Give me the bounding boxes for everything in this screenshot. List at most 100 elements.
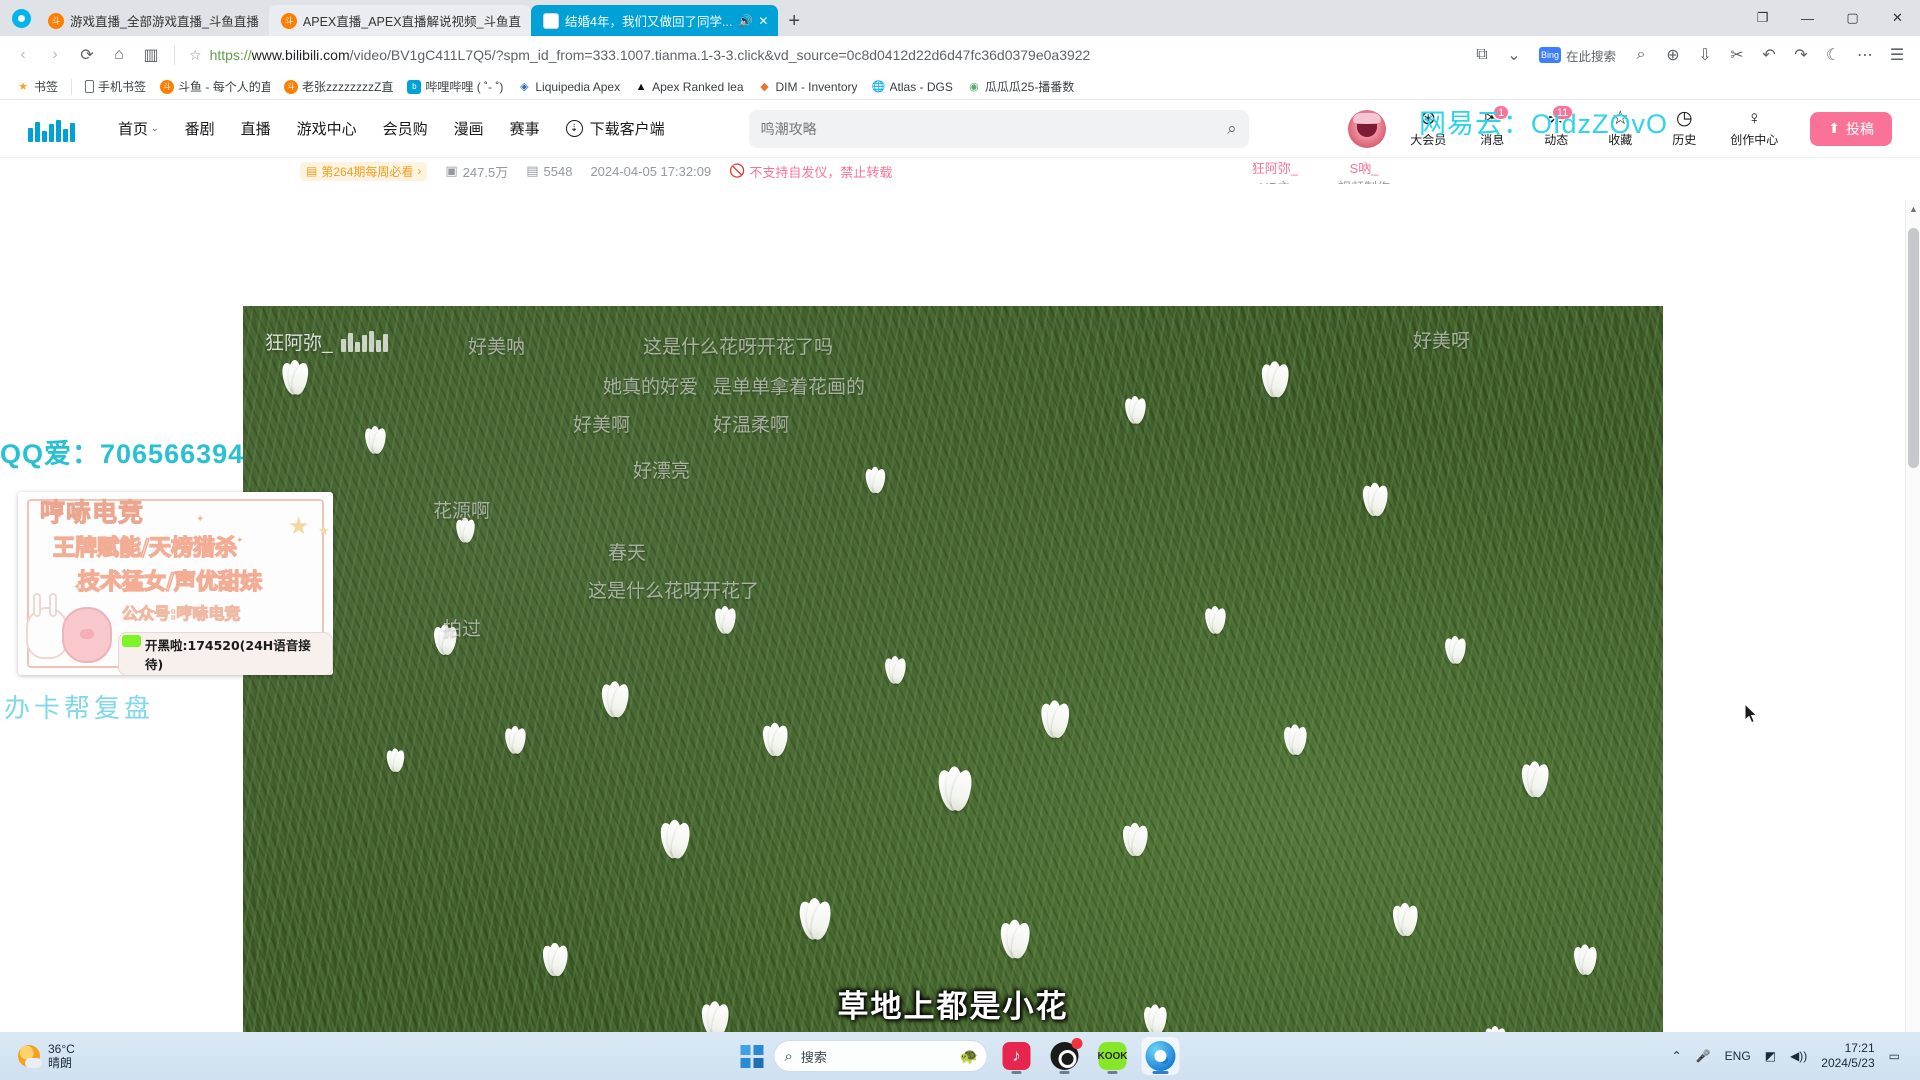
bookmark-star-icon[interactable]: ☆ [189,47,202,64]
taskbar-app-qq-browser[interactable] [1141,1037,1180,1075]
weekly-rank-tag[interactable]: ▤ 第264期每周必看 › [300,161,428,181]
bing-search-chip[interactable]: Bing 在此搜索 [1531,42,1624,68]
maximize-window-button[interactable]: ▢ [1830,1,1875,35]
nav-item-manga[interactable]: 漫画 [454,118,484,139]
minimize-window-button[interactable]: — [1785,1,1830,35]
screenshot-icon[interactable]: ✂ [1722,40,1752,70]
redo-icon[interactable]: ↷ [1786,40,1816,70]
nav-item-home[interactable]: 首页 ⌄ [118,118,159,139]
danmaku-count: ▤ 5548 [526,163,573,179]
header-icon-history[interactable]: ◷ 历史 [1662,109,1706,148]
bookmark-item-0[interactable]: ★ 书签 [10,76,64,97]
notification-center-icon[interactable]: ▭ [1889,1049,1900,1063]
download-client-icon: ⇣ [565,120,583,137]
browser-menu-icon[interactable]: ☰ [1882,40,1912,70]
back-icon[interactable]: ‹ [8,40,38,70]
bookmark-item-7[interactable]: ◆ DIM - Inventory [752,78,864,96]
navigation-toolbar: ‹ › ⟳ ⌂ ▥ ☆ https://www.bilibili.com/vid… [0,36,1920,74]
sparkle-icon: ✦ [196,514,205,525]
nav-item-game-center[interactable]: 游戏中心 [297,118,357,139]
avatar[interactable] [1348,109,1387,148]
forward-icon[interactable]: › [40,40,70,70]
danmaku-text: 她真的好爱 [603,377,699,398]
search-icon[interactable]: ⌕ [1227,119,1237,139]
nav-item-download-client[interactable]: ⇣ 下载客户端 [565,118,665,139]
page-scrollbar[interactable]: ▲ ▼ [1905,200,1920,1032]
bookmark-item-6[interactable]: ▲ Apex Ranked lea [628,78,749,96]
scroll-up-arrow-icon[interactable]: ▲ [1909,204,1918,214]
netease-overlay-text: 网易云：OIdzZOvO [1418,109,1668,139]
tab-2[interactable]: 结婚4年，我们又做回了同学... 🔊 ✕ [531,5,779,36]
home-icon[interactable]: ⌂ [104,40,134,70]
scrollbar-thumb[interactable] [1908,228,1919,468]
download-icon[interactable]: ⇩ [1690,40,1720,70]
restore-window-button[interactable]: ❐ [1740,1,1785,35]
ad-line-4: 开黑啦:174520(24H语音接待) [118,632,333,675]
uploader-name: 狂阿弥_ [1251,161,1298,176]
nav-item-member-shop[interactable]: 会员购 [383,118,428,139]
tab-audio-icon[interactable]: 🔊 [738,14,753,28]
more-options-icon[interactable]: ⋯ [1850,40,1880,70]
bookmarks-bar: ★ 书签 手机书签 斗 斗鱼 - 每个人的直 斗 老张zzzzzzzzZ直 b … [0,74,1920,100]
weather-widget[interactable]: 36°C 晴朗 [10,1042,75,1070]
bookmark-item-4[interactable]: b 哔哩哔哩 ( ˚- ˚) [401,76,509,97]
tab-1[interactable]: 斗 APEX直播_APEX直播解说视频_斗鱼直 [268,5,532,36]
address-bar[interactable]: ☆ https://www.bilibili.com/video/BV1gC41… [183,41,1465,69]
bilibili-search-box[interactable]: ⌕ [748,109,1249,148]
tab-0[interactable]: 斗 游戏直播_全部游戏直播_斗鱼直播 [36,5,269,36]
header-icon-creator-center[interactable]: ♀ 创作中心 [1726,109,1782,148]
danmaku-text: 好美呐 [468,337,526,358]
no-reprint-icon: 🚫 [729,163,746,178]
taskbar-app-netease-music[interactable]: ♪ [998,1037,1036,1075]
uploader-0[interactable]: 狂阿弥_ UP主 [1252,158,1298,184]
reload-icon[interactable]: ⟳ [72,40,102,70]
bookmark-item-1[interactable]: 手机书签 [79,76,152,97]
start-button[interactable] [740,1044,764,1068]
language-indicator[interactable]: ENG [1725,1049,1751,1063]
bookmark-item-8[interactable]: 🌐 Atlas - DGS [866,78,959,96]
notification-dot [1071,1038,1083,1049]
new-tab-button[interactable]: + [788,11,800,31]
bookmark-item-5[interactable]: ◈ Liquipedia Apex [511,78,626,96]
nav-item-esports[interactable]: 赛事 [510,118,540,139]
browser-window: 斗 游戏直播_全部游戏直播_斗鱼直播 斗 APEX直播_APEX直播解说视频_斗… [0,0,1920,1032]
bookmark-item-9[interactable]: ◉ 瓜瓜瓜25-播番数 [961,76,1080,97]
close-window-button[interactable]: ✕ [1875,1,1920,35]
uploader-1[interactable]: S吶_ 视频制作 [1338,158,1390,184]
dark-mode-icon[interactable]: ☾ [1818,40,1848,70]
bookmark-item-2[interactable]: 斗 斗鱼 - 每个人的直 [154,76,276,97]
video-player[interactable]: 狂阿弥_ 好美呐 这是什么花呀开花了吗 好美呀 她真的好爱 是单单拿着花画的 好… [243,306,1663,1032]
bookmark-label: Liquipedia Apex [535,79,621,94]
search-icon[interactable]: ⌕ [1626,40,1656,70]
microphone-icon[interactable]: 🎤 [1696,1049,1711,1063]
translate-icon[interactable]: ⊕ [1658,40,1688,70]
bilibili-logo-icon[interactable] [28,116,96,142]
taskbar-app-kook[interactable]: KOOK [1094,1037,1132,1075]
omnibox-dropdown-icon[interactable]: ⌄ [1499,40,1529,70]
bookmark-label: DIM - Inventory [775,79,858,94]
kook-icon: KOOK [1098,1042,1128,1070]
search-input[interactable] [760,120,1220,137]
nav-label: 首页 [118,121,149,138]
mascot-illustration [26,581,130,665]
tab-close-icon[interactable]: ✕ [758,14,768,28]
split-screen-icon[interactable]: ⧉ [1467,40,1497,70]
reading-mode-icon[interactable]: ▥ [136,40,166,70]
volume-icon[interactable]: ◀)) [1790,1049,1807,1063]
upload-button[interactable]: ⬆ 投稿 [1810,111,1892,146]
danmaku-text: 好温柔啊 [713,415,790,436]
bookmark-item-3[interactable]: 斗 老张zzzzzzzzZ直 [278,76,399,97]
tab-title: 游戏直播_全部游戏直播_斗鱼直播 [70,15,259,29]
network-icon[interactable]: ◩ [1765,1049,1776,1063]
bookmark-label: Apex Ranked lea [652,79,744,94]
taskbar-app-obs[interactable] [1046,1037,1084,1075]
weather-condition: 晴朗 [48,1056,73,1070]
undo-icon[interactable]: ↶ [1754,40,1784,70]
bookmark-label: 书签 [34,80,59,94]
gua-icon: ◉ [969,81,979,93]
nav-item-live[interactable]: 直播 [241,118,271,139]
tray-expand-icon[interactable]: ⌃ [1672,1049,1682,1063]
taskbar-clock[interactable]: 17:21 2024/5/23 [1821,1041,1874,1071]
taskbar-search-box[interactable]: ⌕ 搜索 🐢 [773,1040,988,1072]
nav-item-bangumi[interactable]: 番剧 [185,118,215,139]
